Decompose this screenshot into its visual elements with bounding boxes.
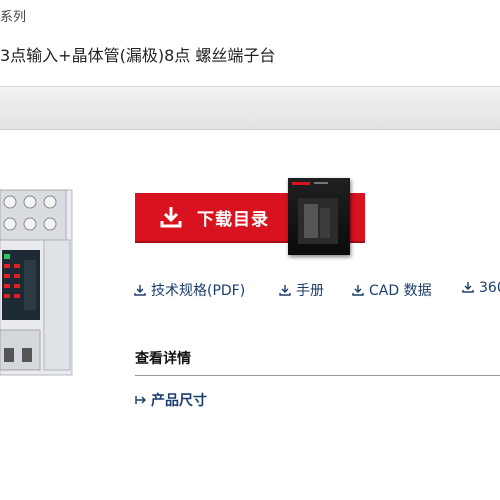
download-icon: [462, 282, 474, 293]
download-catalog-label: 下载目录: [197, 210, 269, 230]
product-dimensions-label: 产品尺寸: [151, 393, 207, 409]
download-icon: [160, 207, 182, 228]
spec-pdf-label: 技术规格(PDF): [151, 283, 246, 299]
download-icon: [134, 285, 146, 296]
cad-data-label: CAD 数据: [369, 283, 432, 299]
view-360-label: 360: [479, 280, 500, 296]
page-title: 3点输入+晶体管(漏极)8点 螺丝端子台: [0, 46, 276, 65]
breadcrumb[interactable]: 系列: [0, 6, 26, 25]
manual-label: 手册: [296, 283, 324, 299]
catalog-cover-image[interactable]: [288, 178, 350, 255]
product-image: [0, 180, 80, 380]
details-divider: [135, 375, 500, 376]
manual-link[interactable]: 手册: [279, 280, 324, 300]
arrow-link-icon: [135, 396, 146, 404]
download-icon: [279, 285, 291, 296]
cad-data-link[interactable]: CAD 数据: [352, 280, 432, 300]
view-360-link[interactable]: 360: [462, 280, 500, 296]
download-icon: [352, 285, 364, 296]
product-dimensions-link[interactable]: 产品尺寸: [135, 390, 207, 410]
section-bar: [0, 86, 500, 130]
spec-pdf-link[interactable]: 技术规格(PDF): [134, 280, 245, 300]
details-heading: 查看详情: [135, 351, 191, 367]
